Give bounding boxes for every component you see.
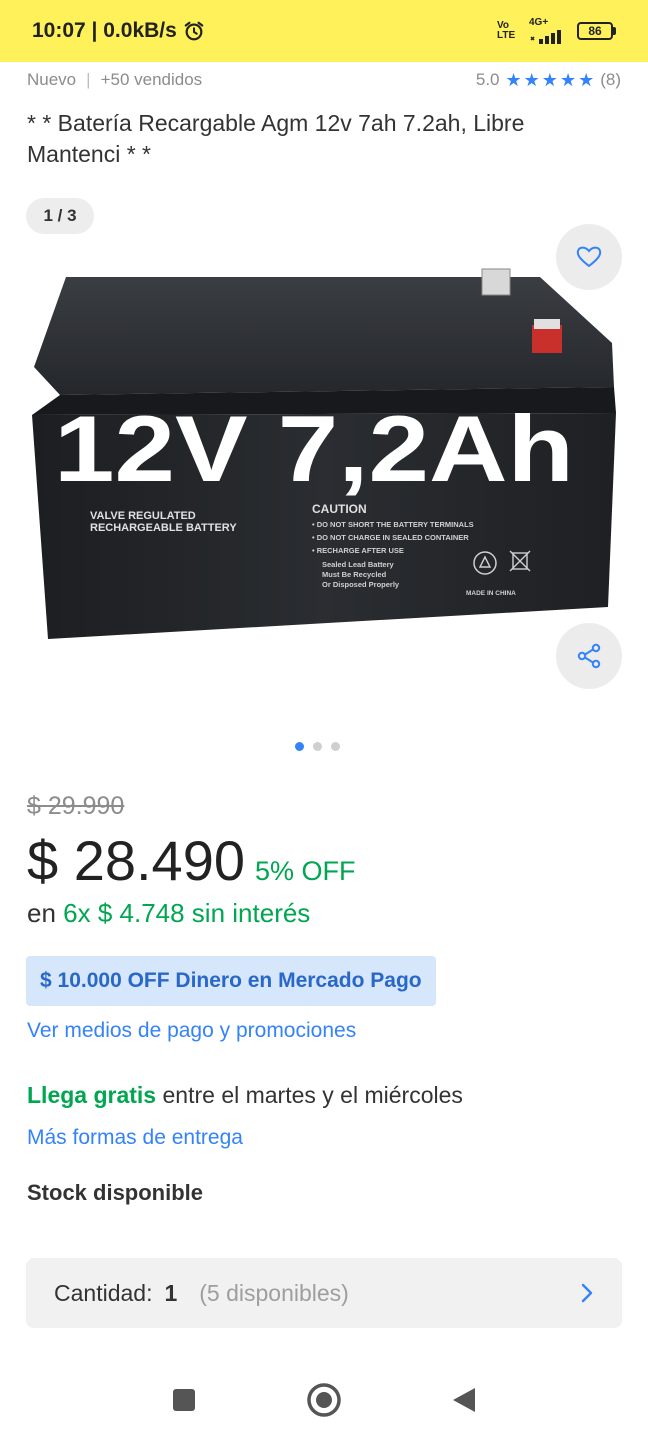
battery-side-label-2: RECHARGEABLE BATTERY [90, 522, 237, 534]
product-meta: Nuevo | +50 vendidos 5.0 ★ ★ ★ ★ ★ (8) [27, 70, 621, 90]
signal-icon [530, 30, 561, 44]
free-shipping-label: Llega gratis [27, 1082, 157, 1108]
delivery-options-link[interactable]: Más formas de entrega [27, 1126, 243, 1150]
quantity-value: 1 [164, 1279, 178, 1306]
nav-back-icon [453, 1388, 475, 1412]
stock-label: Stock disponible [27, 1180, 204, 1205]
battery-big-label: 12V 7,2Ah [54, 396, 574, 501]
installments: en 6x $ 4.748 sin interés [27, 898, 310, 929]
product-title: * * Batería Recargable Agm 12v 7ah 7.2ah… [27, 110, 525, 167]
meta-separator: | [86, 70, 91, 89]
caution-line-1: • DO NOT SHORT THE BATTERY TERMINALS [312, 520, 474, 529]
quantity-available: (5 disponibles) [199, 1279, 349, 1306]
carousel-dot[interactable] [313, 742, 322, 751]
share-icon [577, 643, 601, 669]
favorite-button[interactable] [556, 224, 622, 290]
product-image[interactable]: 12V 7,2Ah VALVE REGULATED RECHARGEABLE B… [20, 255, 628, 665]
heart-icon [576, 246, 602, 268]
star-icon: ★ [523, 70, 540, 90]
rating[interactable]: 5.0 ★ ★ ★ ★ ★ (8) [476, 70, 621, 90]
recycle-line-1: Sealed Lead Battery [322, 560, 395, 569]
origin-label: MADE IN CHINA [466, 590, 516, 597]
chevron-right-icon [581, 1283, 593, 1303]
volte-label: Vo LTE [497, 21, 519, 41]
installments-value: 6x $ 4.748 sin interés [63, 898, 311, 928]
battery-side-label-1: VALVE REGULATED [90, 510, 196, 522]
caution-line-2: • DO NOT CHARGE IN SEALED CONTAINER [312, 533, 469, 542]
star-icon: ★ [578, 70, 595, 90]
promo-badge: $ 10.000 OFF Dinero en Mercado Pago [26, 956, 436, 1006]
terminal-positive-cap [534, 319, 560, 329]
share-button[interactable] [556, 623, 622, 689]
recycle-line-2: Must Be Recycled [322, 570, 387, 579]
shipping-window: entre el martes y el miércoles [156, 1082, 463, 1108]
discount-badge: 5% OFF [254, 856, 356, 886]
volte-text: Vo LTE [497, 20, 516, 41]
nav-recents-button[interactable] [163, 1379, 205, 1421]
caution-line-3: • RECHARGE AFTER USE [312, 546, 404, 555]
rating-count: (8) [600, 70, 621, 89]
image-counter: 1 / 3 [26, 198, 94, 234]
quantity-selector[interactable]: Cantidad: 1 (5 disponibles) [26, 1258, 622, 1328]
recycle-line-3: Or Disposed Properly [322, 580, 400, 589]
shipping-info: Llega gratis entre el martes y el miérco… [27, 1082, 463, 1109]
rating-stars: ★ ★ ★ ★ ★ [506, 71, 595, 89]
battery-tip [613, 27, 616, 35]
current-price: $ 28.490 [27, 829, 245, 892]
nav-recents-icon [173, 1389, 195, 1411]
price-row: $ 28.490 5% OFF [27, 828, 356, 893]
caution-title: CAUTION [312, 502, 367, 516]
original-price: $ 29.990 [27, 792, 125, 820]
status-indicators: Vo LTE 4G+ 86 [497, 18, 616, 44]
terminal-negative [481, 268, 511, 296]
network-gen: 4G+ [529, 17, 549, 28]
carousel-dots [295, 742, 340, 751]
payment-methods-link[interactable]: Ver medios de pago y promociones [27, 1019, 356, 1043]
battery-icon: 86 [577, 22, 616, 40]
condition-label: Nuevo [27, 70, 77, 89]
terminal-positive [532, 325, 562, 353]
sold-count: +50 vendidos [100, 70, 203, 89]
alarm-icon [184, 21, 204, 41]
star-icon: ★ [541, 70, 558, 90]
battery-level: 86 [577, 22, 613, 40]
star-icon: ★ [559, 70, 577, 90]
battery-top-face [34, 277, 614, 395]
nav-home-icon [307, 1383, 341, 1417]
nav-back-button[interactable] [443, 1379, 485, 1421]
nav-home-button[interactable] [303, 1379, 345, 1421]
carousel-dot[interactable] [295, 742, 304, 751]
carousel-dot[interactable] [331, 742, 340, 751]
system-nav-bar [0, 1360, 648, 1440]
star-icon: ★ [505, 70, 522, 90]
rating-value: 5.0 [475, 70, 500, 89]
quantity-label: Cantidad: [54, 1279, 153, 1306]
status-time-speed: 10:07 | 0.0kB/s [32, 19, 177, 42]
status-bar: 10:07 | 0.0kB/s Vo LTE 4G+ 86 [0, 0, 648, 62]
status-time: 10:07 | 0.0kB/s [32, 19, 205, 43]
installments-prefix: en [27, 898, 56, 928]
